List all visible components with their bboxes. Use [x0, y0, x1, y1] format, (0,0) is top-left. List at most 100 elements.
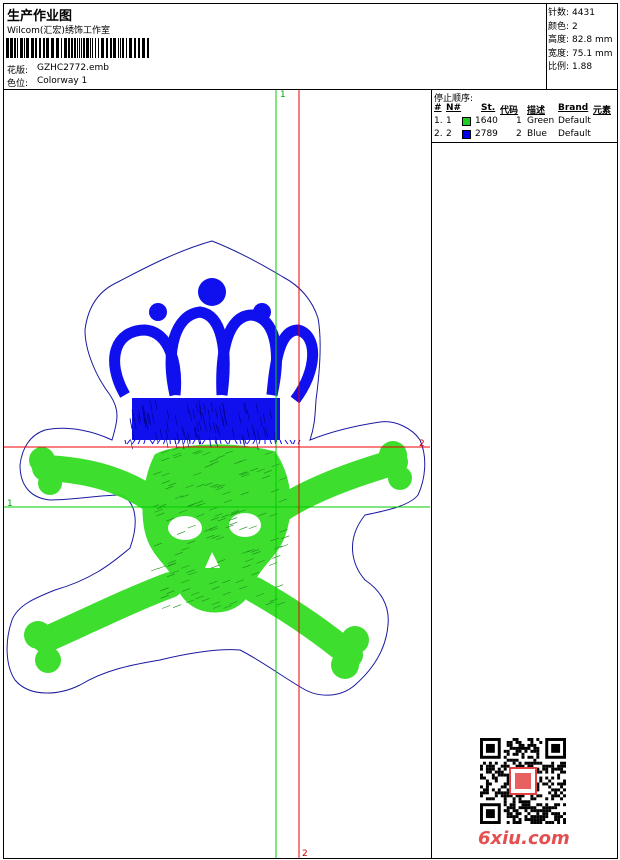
qr-module: [530, 738, 534, 741]
qr-module: [563, 818, 566, 822]
qr-module: [536, 761, 540, 765]
qr-module: [509, 815, 513, 819]
qr-module: [551, 788, 555, 792]
qr-module: [557, 818, 561, 822]
qr-module: [512, 815, 516, 819]
qr-module: [533, 761, 537, 765]
qr-module: [536, 746, 540, 750]
qr-module: [480, 785, 483, 789]
qr-module: [539, 818, 543, 822]
qr-module: [542, 782, 546, 786]
qr-module: [518, 800, 522, 804]
qr-module: [557, 767, 561, 771]
qr-module: [485, 788, 489, 792]
stitch-mark: [156, 439, 161, 445]
stitch-mark: [172, 604, 182, 608]
qr-module: [506, 743, 510, 747]
qr-module: [524, 749, 528, 753]
qr-module: [488, 782, 492, 786]
qr-module: [551, 776, 555, 780]
qr-module: [512, 746, 516, 750]
stitch-mark: [143, 439, 146, 445]
qr-module: [527, 806, 531, 810]
qr-module: [554, 812, 558, 816]
bone-knob: [341, 626, 369, 654]
qr-module: [500, 785, 504, 789]
qr-module: [500, 794, 504, 798]
stitch-mark: [224, 439, 229, 445]
qr-module: [503, 797, 507, 801]
qr-module: [506, 752, 510, 756]
qr-module: [488, 770, 492, 774]
qr-module: [503, 803, 507, 807]
qr-module: [518, 806, 522, 810]
qr-module: [557, 812, 561, 816]
qr-finder: [485, 809, 495, 819]
qr-module: [521, 752, 525, 756]
qr-module: [488, 764, 492, 768]
qr-module: [512, 800, 516, 804]
qr-module: [485, 782, 489, 786]
qr-module: [488, 767, 492, 771]
qr-module: [530, 743, 534, 747]
bone-knob: [388, 466, 412, 490]
qr-module: [485, 770, 489, 774]
qr-module: [554, 788, 558, 792]
qr-module: [551, 770, 555, 774]
qr-module: [480, 794, 483, 798]
qr-module: [524, 806, 528, 810]
qr-module: [527, 755, 531, 759]
qr-module: [491, 773, 495, 777]
qr-module: [542, 809, 546, 813]
qr-module: [512, 797, 516, 801]
qr-module: [521, 800, 525, 804]
qr-module: [545, 821, 549, 824]
qr-module: [560, 764, 564, 768]
qr-module: [527, 803, 531, 807]
qr-module: [488, 797, 492, 801]
qr-module: [515, 821, 519, 824]
qr-module: [533, 797, 537, 801]
qr-module: [509, 746, 513, 750]
qr-module: [533, 746, 537, 750]
qr-module: [503, 800, 507, 804]
qr-module: [497, 791, 501, 795]
stitch-mark: [151, 439, 156, 445]
qr-finder: [551, 743, 561, 753]
qr-module: [563, 794, 566, 798]
qr-module: [545, 797, 549, 801]
qr-module: [509, 758, 513, 762]
qr-module: [533, 758, 537, 762]
qr-module: [551, 806, 555, 810]
qr-module: [551, 761, 555, 765]
qr-module: [542, 764, 546, 768]
qr-module: [530, 821, 534, 824]
qr-module: [491, 776, 495, 780]
qr-module: [539, 776, 543, 780]
qr-module: [506, 812, 510, 816]
qr-module: [524, 818, 528, 822]
blue-thread-layer: [109, 278, 319, 450]
qr-module: [491, 764, 495, 768]
qr-module: [557, 773, 561, 777]
skull-eye-right: [229, 513, 261, 537]
qr-module: [557, 788, 561, 792]
bone-knob: [24, 621, 52, 649]
qr-module: [491, 797, 495, 801]
qr-module: [506, 815, 510, 819]
qr-module: [485, 797, 489, 801]
stitch-mark: [292, 439, 296, 445]
qr-module: [512, 758, 516, 762]
qr-module: [548, 791, 552, 795]
qr-module: [554, 818, 558, 822]
qr-module: [536, 809, 540, 813]
qr-module: [539, 740, 543, 744]
qr-module: [527, 812, 531, 816]
qr-module: [557, 782, 561, 786]
qr-module: [503, 782, 507, 786]
qr-module: [533, 743, 537, 747]
qr-module: [521, 806, 525, 810]
qr-module: [509, 803, 513, 807]
stitch-mark: [129, 417, 133, 429]
qr-module: [563, 779, 566, 783]
